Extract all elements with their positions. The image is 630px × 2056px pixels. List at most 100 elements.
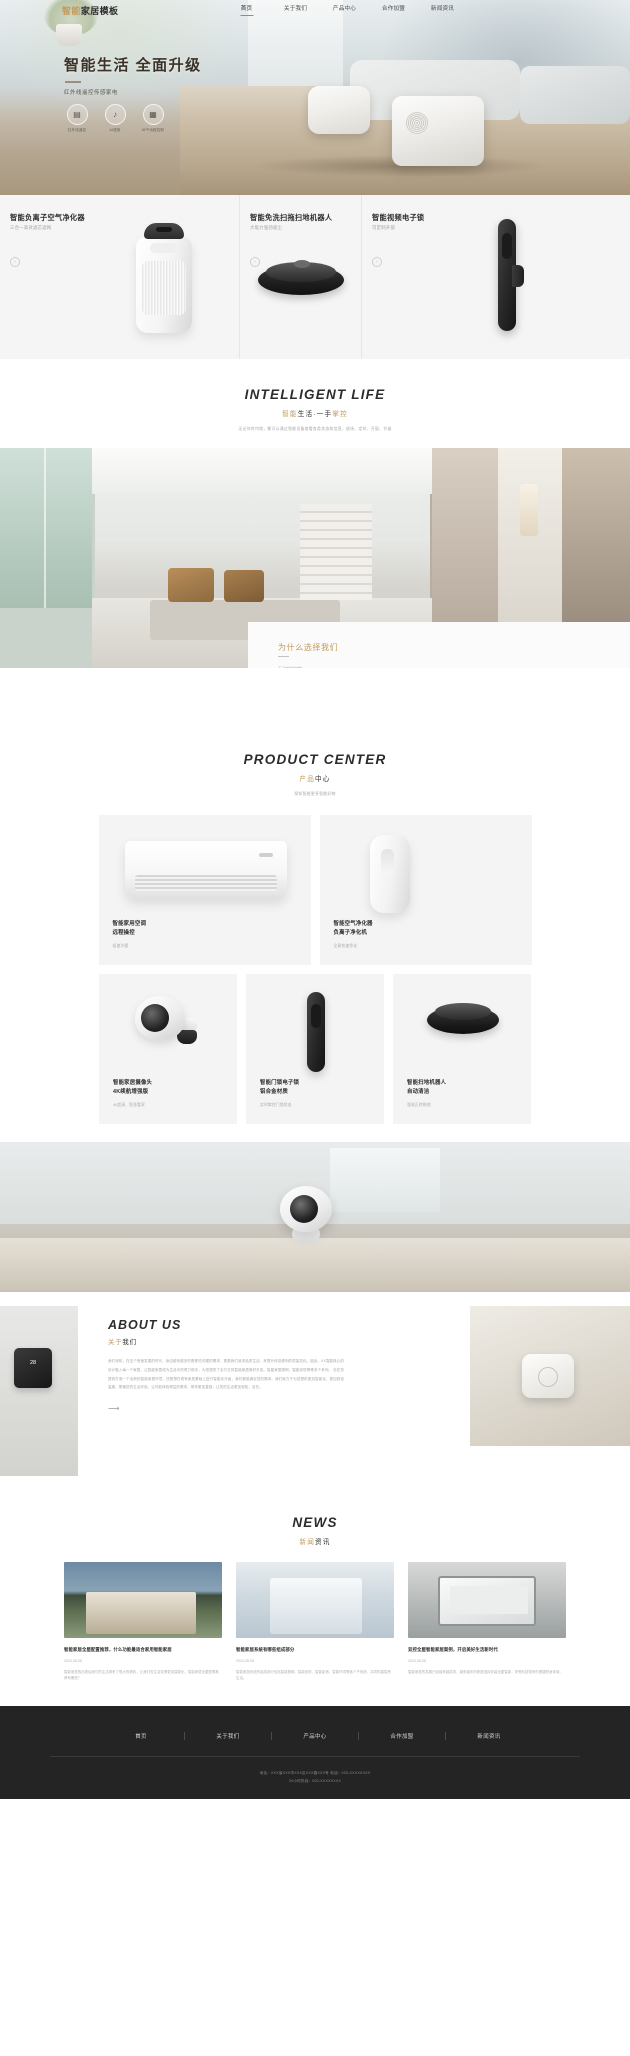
- footer-divider: [50, 1756, 580, 1758]
- lock-keypad: [311, 1004, 321, 1028]
- feature-card-lock[interactable]: 智能视频电子锁 可定制开锁 ›: [362, 195, 630, 359]
- smart-speaker-image: [522, 1354, 574, 1398]
- banner-window: [330, 1148, 440, 1212]
- section-title-cn: 产品中心: [0, 773, 630, 783]
- page-root: 智能家居模板 首页 关于我们 产品中心 合作加盟 新闻资讯 智能生活 全面升级 …: [0, 0, 630, 1800]
- about-section: 28 ABOUT US 关于我们 我们深知，在这个快速发展的时代，身边越来越多的…: [0, 1292, 630, 1477]
- smart-thermostat-image: 28: [14, 1348, 52, 1388]
- footer-nav-item-home[interactable]: 首页: [98, 1732, 184, 1740]
- about-title-cn-accent: 关于: [108, 1339, 123, 1346]
- footer-nav-item-about[interactable]: 关于我们: [185, 1732, 271, 1740]
- camera-lens: [290, 1195, 318, 1223]
- ac-led-display: [258, 853, 273, 857]
- nav-item-about[interactable]: 关于我们: [271, 4, 320, 16]
- photo-staircase: [300, 504, 372, 600]
- news-thumbnail: [236, 1562, 394, 1638]
- news-card[interactable]: 智能家居全屋配置推荐，什么功能最适合家用智能家居 2024-08-08 智能家居…: [64, 1562, 222, 1682]
- footer-hotline: 24小时热线：020-XXXXXXXX: [288, 1778, 342, 1783]
- speaker-grill-icon: [406, 112, 428, 134]
- product-card-ac[interactable]: 智能家用空调 远程操控 极速冷暖: [98, 815, 311, 965]
- photo-ceiling: [92, 448, 432, 494]
- hero-banner: 智能家居模板 首页 关于我们 产品中心 合作加盟 新闻资讯 智能生活 全面升级 …: [0, 0, 630, 195]
- footer-nav-item-products[interactable]: 产品中心: [272, 1732, 358, 1740]
- product-card-title: 智能家居摄像头 4K续航增强版: [113, 1079, 152, 1096]
- speaker-ring-icon: [538, 1367, 558, 1387]
- why-choose-us-panel: 为什么选择我们 无论何时何地， 都可以通过智能设备查看各类状态和信息，放场、定时…: [248, 622, 630, 668]
- section-title-cn-dark: 生活·一手: [297, 411, 333, 418]
- product-card-vacuum[interactable]: 智能扫地机器人 自动清洁 强效正转拖地: [393, 974, 531, 1124]
- site-logo[interactable]: 智能家居模板: [62, 4, 118, 17]
- nav-item-partners[interactable]: 合作加盟: [369, 4, 418, 16]
- hero-icon-cell-app[interactable]: ▦ APP远程控制: [140, 103, 166, 133]
- news-excerpt: 智能家居的出现给我们的生活带来了很大的便利，让我们的生活变得更加智能化，智能家居…: [64, 1669, 219, 1681]
- hero-pot-shape: [56, 24, 82, 46]
- purifier-slot: [380, 849, 394, 875]
- news-excerpt: 智能家居的发展已经越来越成熟，越来越多的家庭选择安装全屋智能，享受科技带来的便捷…: [408, 1669, 563, 1674]
- robot-vacuum-image: [427, 1000, 499, 1040]
- why-choose-us-description: 无论何时何地， 都可以通过智能设备查看各类状态和信息，放场、定时、开窗、节量: [278, 666, 398, 668]
- arrow-right-icon[interactable]: ⟶: [108, 1404, 344, 1413]
- about-left-photo: 28: [0, 1306, 78, 1476]
- product-card-subtitle: 极速冷暖: [112, 944, 129, 948]
- hero-divider: [65, 81, 81, 83]
- photo-glass-wall: [0, 448, 92, 608]
- footer-nav: 首页 关于我们 产品中心 合作加盟 新闻资讯: [0, 1732, 630, 1741]
- hero-icon-label-voice: AI语音: [109, 127, 121, 132]
- news-title: 智能家居系统有哪些组成部分: [236, 1647, 295, 1652]
- product-card-title: 智能门锁电子锁 铝合金材质: [260, 1079, 299, 1096]
- footer-nav-item-news[interactable]: 新闻资讯: [446, 1732, 532, 1740]
- hero-icon-row: ▤ 红外线遥控 ♪ AI语音 ▦ APP远程控制: [64, 103, 202, 133]
- footer-contact-info: 地址：XXX省XXX市XXX区XXX路XXX号 电话：020-XXXXXXXX …: [0, 1770, 630, 1785]
- news-card[interactable]: 双控全屋智能家居案例，开启美好生活新时代 2024-08-08 智能家居的发展已…: [408, 1562, 566, 1682]
- thermostat-value: 28: [29, 1360, 37, 1366]
- section-title-cn-dark: 资讯: [315, 1539, 331, 1546]
- feature-card-purifier[interactable]: 智能负离子空气净化器 三合一高效滤芯滤网 ›: [0, 195, 240, 359]
- news-date: 2024-08-08: [408, 1658, 426, 1663]
- product-title-line1: 智能家用空调: [112, 921, 147, 928]
- chevron-right-icon[interactable]: ›: [372, 257, 382, 267]
- photo-lamp: [520, 484, 538, 536]
- feature-card-vacuum[interactable]: 智能免洗扫拖扫地机器人 大吸力强劲吸尘 ›: [240, 195, 362, 359]
- news-section: NEWS 新闻资讯 智能家居全屋配置推荐，什么功能最适合家用智能家居 2024-…: [0, 1477, 630, 1683]
- air-purifier-image: [369, 835, 410, 913]
- chevron-right-icon[interactable]: ›: [10, 257, 20, 267]
- product-card-purifier[interactable]: 智能空气净化器 负离子净化机 全屋快速净化: [319, 815, 532, 965]
- camera-feature-banner: [0, 1142, 630, 1292]
- product-card-camera[interactable]: 智能家居摄像头 4K续航增强版 4k超清、智慧看家: [99, 974, 237, 1124]
- news-thumb-shape: [438, 1576, 536, 1626]
- product-row-2: 智能家居摄像头 4K续航增强版 4k超清、智慧看家 智能门锁电子锁 铝合金材质 …: [0, 974, 630, 1124]
- product-title-line1: 智能门锁电子锁: [260, 1080, 300, 1087]
- news-grid: 智能家居全屋配置推荐，什么功能最适合家用智能家居 2024-08-08 智能家居…: [0, 1562, 630, 1682]
- nav-item-products[interactable]: 产品中心: [320, 4, 369, 16]
- robot-vacuum-image: [258, 259, 344, 299]
- section-description: 无论何时何地，都可以通过智能设备查看各类状态和信息，放场、定时、开窗、节量: [238, 426, 392, 431]
- product-title-line2: 负离子净化机: [333, 929, 368, 936]
- hero-icon-cell-remote[interactable]: ▤ 红外线遥控: [64, 103, 90, 133]
- air-conditioner-image: [124, 841, 287, 899]
- banner-camera-image: [272, 1186, 344, 1246]
- about-text-block: ABOUT US 关于我们 我们深知，在这个快速发展的时代，身边越来越多的是那些…: [108, 1318, 344, 1413]
- product-card-title: 智能空气净化器 负离子净化机: [334, 920, 373, 937]
- product-title-line2: 自动清洁: [407, 1088, 430, 1095]
- product-card-lock[interactable]: 智能门锁电子锁 铝合金材质 实时掌控门锁状态: [246, 974, 384, 1124]
- about-right-photo: [470, 1306, 630, 1446]
- section-title-cn: 新闻资讯: [0, 1536, 630, 1546]
- interior-wide-photo: 为什么选择我们 无论何时何地， 都可以通过智能设备查看各类状态和信息，放场、定时…: [0, 448, 630, 668]
- product-card-subtitle: 实时掌控门锁状态: [260, 1103, 292, 1107]
- footer-nav-item-partners[interactable]: 合作加盟: [359, 1732, 445, 1740]
- hero-icon-label-app: APP远程控制: [141, 127, 165, 132]
- news-card[interactable]: 智能家居系统有哪些组成部分 2024-08-08 智能家居系统的组成部分包括智能…: [236, 1562, 394, 1682]
- news-thumb-screen: [450, 1586, 528, 1614]
- nav-item-news[interactable]: 新闻资讯: [418, 4, 467, 16]
- product-title-line2: 远程操控: [112, 929, 135, 936]
- product-title-line1: 智能扫地机器人: [407, 1080, 447, 1087]
- smart-lock-image: [304, 992, 328, 1076]
- nav-item-home[interactable]: 首页: [222, 4, 271, 16]
- about-title-cn: 关于我们: [108, 1337, 344, 1346]
- footer-address: 地址：XXX省XXX市XXX区XXX路XXX号: [259, 1771, 329, 1776]
- feature-card-subtitle: 可定制开锁: [372, 225, 395, 230]
- product-title-line2: 4K续航增强版: [113, 1088, 149, 1095]
- hero-icon-cell-voice[interactable]: ♪ AI语音: [102, 103, 128, 133]
- section-title-cn: 智能生活·一手掌控: [0, 408, 630, 418]
- feature-card-subtitle: 三合一高效滤芯滤网: [10, 225, 52, 230]
